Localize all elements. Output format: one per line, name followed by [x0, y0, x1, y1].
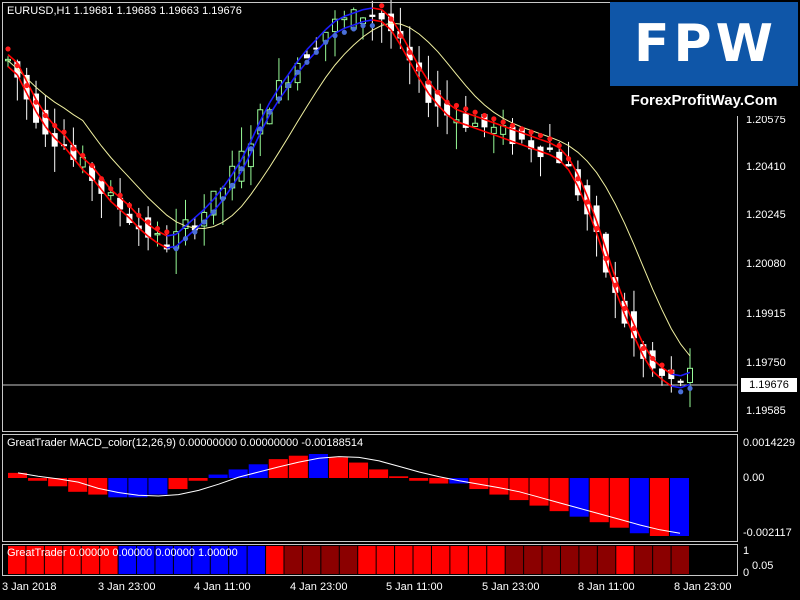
greattrader-axis-label: 0 — [743, 567, 750, 579]
time-axis-label: 3 Jan 23:00 — [98, 581, 156, 593]
macd-axis-label: 0.0014229 — [743, 437, 795, 449]
greattrader-pane[interactable]: GreatTrader 0.00000 0.00000 0.00000 1.00… — [2, 544, 738, 576]
time-axis-label: 5 Jan 23:00 — [482, 581, 540, 593]
macd-title: GreatTrader MACD_color(12,26,9) 0.000000… — [7, 437, 364, 449]
macd-pane[interactable]: GreatTrader MACD_color(12,26,9) 0.000000… — [2, 434, 738, 542]
time-axis-label: 8 Jan 11:00 — [578, 581, 635, 593]
fpw-logo: FPW ForexProfitWay.Com — [610, 2, 798, 116]
price-axis-label: 1.19750 — [746, 357, 786, 369]
logo-site-url: ForexProfitWay.Com — [610, 86, 798, 116]
price-axis-label: 1.20410 — [746, 161, 786, 173]
time-axis-label: 4 Jan 11:00 — [194, 581, 251, 593]
price-axis-label: 1.19585 — [746, 405, 786, 417]
greattrader-axis-label: 1 — [743, 545, 750, 557]
time-axis-label: 5 Jan 11:00 — [386, 581, 443, 593]
time-axis-label: 3 Jan 2018 — [2, 581, 57, 593]
logo-text: FPW — [634, 14, 777, 74]
time-axis-label: 8 Jan 23:00 — [674, 581, 732, 593]
price-axis-label: 1.20080 — [746, 258, 786, 270]
macd-axis-label: 0.00 — [743, 472, 765, 484]
greattrader-axis-label: 0.05 — [752, 560, 774, 572]
greattrader-title: GreatTrader 0.00000 0.00000 0.00000 1.00… — [7, 547, 238, 559]
main-chart-title: EURUSD,H1 1.19681 1.19683 1.19663 1.1967… — [7, 5, 242, 17]
price-axis-label: 1.19915 — [746, 308, 786, 320]
macd-axis-label: -0.002117 — [743, 527, 792, 539]
price-axis-label: 1.20245 — [746, 209, 786, 221]
time-axis-label: 4 Jan 23:00 — [290, 581, 348, 593]
current-price-marker: 1.19676 — [741, 378, 797, 392]
